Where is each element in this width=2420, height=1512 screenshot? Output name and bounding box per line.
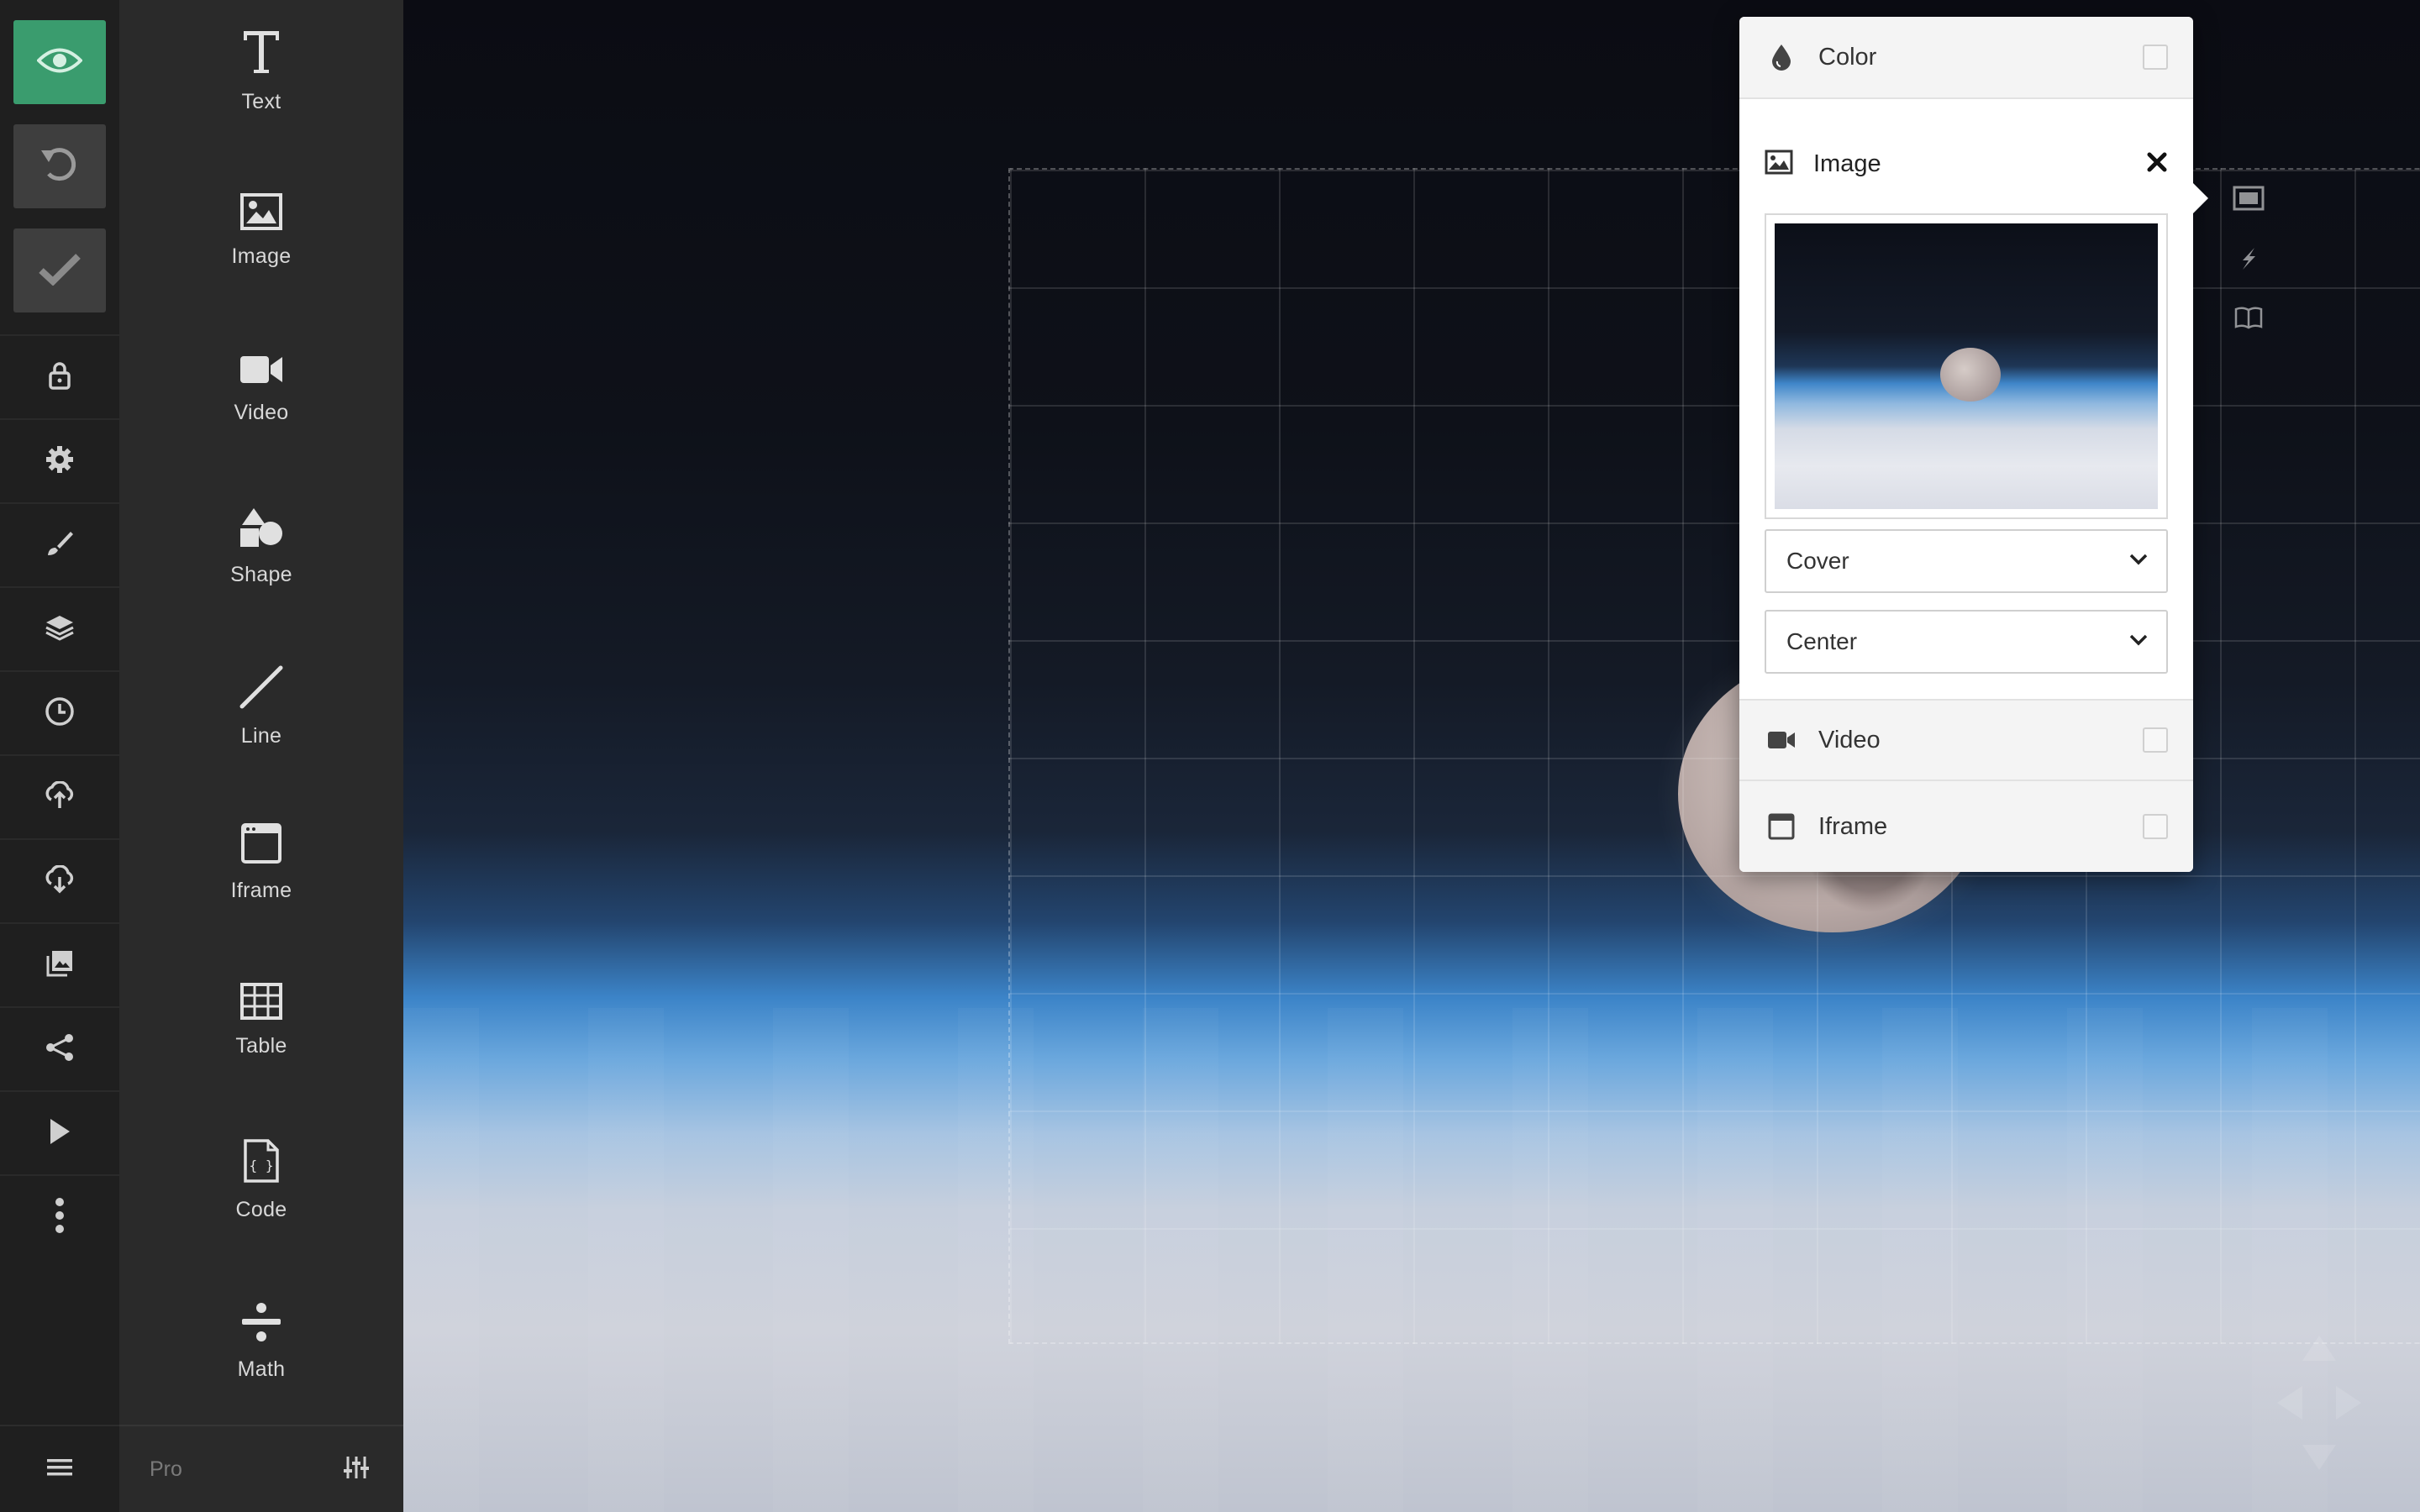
slide-grid-frame[interactable] bbox=[1008, 168, 2420, 1344]
editor-sidebar bbox=[0, 0, 119, 1512]
image-size-value: Cover bbox=[1786, 548, 1849, 574]
background-iframe-option[interactable]: Iframe bbox=[1739, 781, 2193, 872]
math-icon bbox=[240, 1301, 282, 1347]
add-text-block[interactable]: Text bbox=[119, 0, 403, 143]
more-button[interactable] bbox=[0, 1174, 119, 1258]
notes-book-icon[interactable] bbox=[2232, 301, 2265, 334]
sliders-icon[interactable] bbox=[343, 1455, 370, 1484]
background-video-option[interactable]: Video bbox=[1739, 699, 2193, 781]
image-thumbnail bbox=[1775, 223, 2158, 509]
block-label: Shape bbox=[230, 563, 292, 586]
save-button[interactable] bbox=[13, 228, 106, 312]
video-option-label: Video bbox=[1818, 726, 1881, 753]
preview-button[interactable] bbox=[13, 20, 106, 104]
shape-icon bbox=[239, 507, 284, 553]
thumbnail-moon bbox=[1940, 348, 2001, 402]
present-button[interactable] bbox=[0, 1090, 119, 1174]
check-icon bbox=[38, 252, 82, 290]
export-button[interactable] bbox=[0, 838, 119, 922]
cloud-upload-icon bbox=[44, 780, 76, 814]
add-code-block[interactable]: { } Code bbox=[119, 1109, 403, 1252]
gear-icon bbox=[45, 444, 75, 479]
image-option-label: Image bbox=[1813, 150, 1881, 177]
block-palette: Text Image Video Shape Line Iframe Table… bbox=[119, 0, 403, 1512]
image-icon bbox=[1765, 150, 1793, 179]
undo-icon bbox=[39, 144, 81, 190]
import-button[interactable] bbox=[0, 754, 119, 838]
lock-icon bbox=[48, 361, 71, 394]
droplet-icon bbox=[1765, 40, 1798, 74]
slide-background-panel: Color Image Cover Center Video Iframe bbox=[1739, 17, 2208, 872]
block-label: Table bbox=[235, 1034, 287, 1058]
background-image-preview[interactable] bbox=[1765, 213, 2168, 519]
slide-background-icon[interactable] bbox=[2232, 181, 2265, 215]
iframe-option-checkbox[interactable] bbox=[2143, 814, 2168, 839]
block-label: Iframe bbox=[230, 879, 292, 902]
svg-text:{ }: { } bbox=[250, 1158, 274, 1173]
add-math-block[interactable]: Math bbox=[119, 1270, 403, 1413]
block-label: Code bbox=[235, 1198, 287, 1221]
share-button[interactable] bbox=[0, 1006, 119, 1090]
iframe-icon bbox=[240, 822, 282, 869]
chevron-down-icon bbox=[2129, 554, 2148, 570]
video-icon bbox=[239, 353, 284, 391]
image-position-select[interactable]: Center bbox=[1765, 610, 2168, 674]
add-iframe-block[interactable]: Iframe bbox=[119, 791, 403, 934]
media-library-button[interactable] bbox=[0, 922, 119, 1006]
image-size-select[interactable]: Cover bbox=[1765, 529, 2168, 593]
style-button[interactable] bbox=[0, 502, 119, 586]
block-label: Video bbox=[234, 401, 289, 424]
block-label: Image bbox=[231, 244, 292, 268]
background-image-option[interactable]: Image bbox=[1739, 123, 2193, 205]
layers-icon bbox=[45, 614, 75, 645]
table-icon bbox=[240, 983, 282, 1024]
chevron-down-icon bbox=[2129, 634, 2148, 650]
iframe-icon bbox=[1765, 810, 1798, 843]
palette-footer: Pro bbox=[119, 1425, 403, 1512]
add-shape-block[interactable]: Shape bbox=[119, 475, 403, 618]
clock-icon bbox=[45, 696, 75, 731]
image-icon bbox=[240, 193, 282, 234]
brush-icon bbox=[45, 529, 74, 562]
color-option-label: Color bbox=[1818, 43, 1877, 71]
code-icon: { } bbox=[243, 1138, 280, 1188]
add-video-block[interactable]: Video bbox=[119, 318, 403, 460]
block-label: Text bbox=[241, 90, 281, 113]
video-icon bbox=[1765, 723, 1798, 757]
gallery-icon bbox=[45, 949, 74, 982]
line-icon bbox=[239, 664, 284, 714]
menu-button[interactable] bbox=[0, 1425, 119, 1512]
video-option-checkbox[interactable] bbox=[2143, 727, 2168, 753]
flash-icon[interactable] bbox=[2232, 242, 2265, 276]
slide-navigation-arrows[interactable] bbox=[2269, 1327, 2370, 1478]
play-icon bbox=[48, 1117, 71, 1150]
layers-button[interactable] bbox=[0, 586, 119, 670]
image-position-value: Center bbox=[1786, 628, 1858, 654]
hamburger-icon bbox=[47, 1457, 72, 1482]
eye-icon bbox=[36, 46, 83, 79]
add-line-block[interactable]: Line bbox=[119, 635, 403, 778]
add-table-block[interactable]: Table bbox=[119, 949, 403, 1092]
text-icon bbox=[241, 29, 281, 80]
close-icon[interactable] bbox=[2146, 151, 2168, 177]
history-button[interactable] bbox=[0, 670, 119, 754]
settings-button[interactable] bbox=[0, 418, 119, 502]
block-label: Line bbox=[240, 724, 282, 748]
more-vertical-icon bbox=[55, 1197, 65, 1238]
color-option-checkbox[interactable] bbox=[2143, 45, 2168, 70]
iframe-option-label: Iframe bbox=[1818, 812, 1888, 840]
share-icon bbox=[45, 1033, 75, 1066]
add-image-block[interactable]: Image bbox=[119, 160, 403, 302]
pro-link[interactable]: Pro bbox=[150, 1457, 182, 1482]
cloud-download-icon bbox=[44, 864, 76, 898]
block-label: Math bbox=[237, 1357, 286, 1381]
undo-button[interactable] bbox=[13, 124, 106, 208]
background-color-option[interactable]: Color bbox=[1739, 17, 2193, 99]
lock-button[interactable] bbox=[0, 334, 119, 418]
